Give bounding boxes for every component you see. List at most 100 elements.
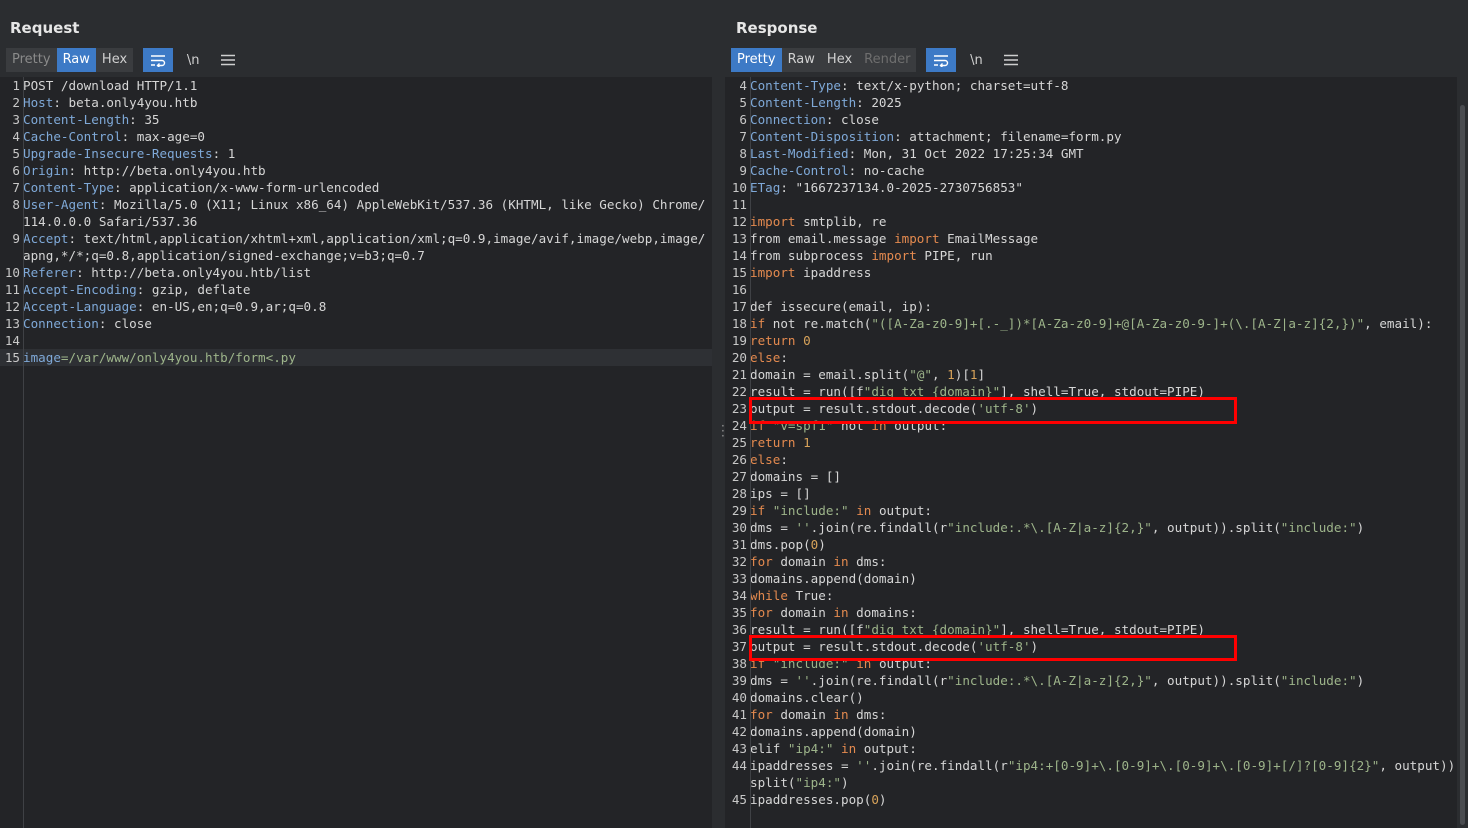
code-line[interactable]: 23 output = result.stdout.decode('utf-8'): [725, 400, 1468, 417]
code-line[interactable]: 5 Upgrade-Insecure-Requests: 1: [0, 145, 712, 162]
code-token: import: [750, 265, 796, 280]
code-line[interactable]: 19 return 0: [725, 332, 1468, 349]
code-line[interactable]: 14: [0, 332, 712, 349]
line-content: def issecure(email, ip):: [750, 298, 1468, 315]
code-token: Host: [23, 95, 54, 110]
code-line[interactable]: 8 Last-Modified: Mon, 31 Oct 2022 17:25:3…: [725, 145, 1468, 162]
code-line[interactable]: 20 else:: [725, 349, 1468, 366]
code-line[interactable]: 9 Accept: text/html,application/xhtml+xml…: [0, 230, 712, 264]
code-token: 'utf-8': [977, 401, 1031, 416]
code-line[interactable]: 37 output = result.stdout.decode('utf-8'): [725, 638, 1468, 655]
code-line[interactable]: 32 for domain in dms:: [725, 553, 1468, 570]
line-content: Content-Length: 35: [23, 111, 712, 128]
code-token: : text/x-python; charset=utf-8: [841, 78, 1069, 93]
code-line[interactable]: 5 Content-Length: 2025: [725, 94, 1468, 111]
code-token: ,: [931, 367, 948, 382]
word-wrap-icon[interactable]: [143, 48, 174, 72]
pane-divider[interactable]: [712, 0, 725, 828]
code-line[interactable]: 24 if "v=spf1" not in output:: [725, 417, 1468, 434]
code-line[interactable]: 34 while True:: [725, 587, 1468, 604]
hamburger-menu-icon[interactable]: [996, 48, 1026, 72]
code-line[interactable]: 41 for domain in dms:: [725, 706, 1468, 723]
code-line[interactable]: 11: [725, 196, 1468, 213]
tab-pretty[interactable]: Pretty: [731, 48, 782, 72]
code-line[interactable]: 13 Connection: close: [0, 315, 712, 332]
code-line[interactable]: 3 Content-Length: 35: [0, 111, 712, 128]
code-line[interactable]: 4 Content-Type: text/x-python; charset=ut…: [725, 77, 1468, 94]
code-line[interactable]: 11 Accept-Encoding: gzip, deflate: [0, 281, 712, 298]
code-line[interactable]: 7 Content-Type: application/x-www-form-ur…: [0, 179, 712, 196]
code-line[interactable]: 36 result = run([f"dig txt {domain}"], sh…: [725, 621, 1468, 638]
code-line[interactable]: 18 if not re.match("([A-Za-z0-9]+[.-_])*[…: [725, 315, 1468, 332]
request-editor[interactable]: 1 POST /download HTTP/1.1 2 Host: beta.only…: [0, 77, 712, 828]
code-token: dms:: [848, 707, 887, 722]
code-line[interactable]: 8 User-Agent: Mozilla/5.0 (X11; Linux x86…: [0, 196, 712, 230]
request-pane: Request Pretty Raw Hex \n 1 POST /downloa…: [0, 0, 712, 828]
tab-hex[interactable]: Hex: [95, 48, 134, 72]
code-line[interactable]: 12 Accept-Language: en-US,en;q=0.9,ar;q=0…: [0, 298, 712, 315]
code-line[interactable]: 40 domains.clear(): [725, 689, 1468, 706]
code-line[interactable]: 14 from subprocess import PIPE, run: [725, 247, 1468, 264]
line-content: User-Agent: Mozilla/5.0 (X11; Linux x86_…: [23, 196, 712, 230]
code-line[interactable]: 12 import smtplib, re: [725, 213, 1468, 230]
code-line[interactable]: 10 Referer: http://beta.only4you.htb/list: [0, 264, 712, 281]
response-editor[interactable]: 4 Content-Type: text/x-python; charset=ut…: [725, 77, 1468, 828]
code-line[interactable]: 15 import ipaddress: [725, 264, 1468, 281]
code-line[interactable]: 31 dms.pop(0): [725, 536, 1468, 553]
code-line[interactable]: 1 POST /download HTTP/1.1: [0, 77, 712, 94]
tab-render[interactable]: Render: [858, 48, 917, 72]
code-token: : gzip, deflate: [136, 282, 251, 297]
line-number: 44: [731, 758, 747, 773]
newline-toggle-icon[interactable]: \n: [178, 48, 208, 72]
response-scroll-thumb[interactable]: [1460, 105, 1465, 825]
code-token: True:: [787, 588, 834, 603]
code-line[interactable]: 4 Cache-Control: max-age=0: [0, 128, 712, 145]
code-token: ): [1356, 673, 1365, 688]
response-scrollbar[interactable]: [1457, 77, 1468, 828]
tab-raw[interactable]: Raw: [56, 48, 96, 72]
code-line[interactable]: 39 dms = ''.join(re.findall(r"include:.*\…: [725, 672, 1468, 689]
code-line[interactable]: 43 elif "ip4:" in output:: [725, 740, 1468, 757]
code-line[interactable]: 38 if "include:" in output:: [725, 655, 1468, 672]
code-line[interactable]: 21 domain = email.split("@", 1)[1]: [725, 366, 1468, 383]
code-token: : 35: [129, 112, 160, 127]
code-line[interactable]: 7 Content-Disposition: attachment; filena…: [725, 128, 1468, 145]
tab-pretty[interactable]: Pretty: [6, 48, 57, 72]
hamburger-menu-icon[interactable]: [213, 48, 243, 72]
code-line[interactable]: 9 Cache-Control: no-cache: [725, 162, 1468, 179]
line-content: return 1: [750, 434, 1468, 451]
code-token: Origin: [23, 163, 69, 178]
code-line[interactable]: 42 domains.append(domain): [725, 723, 1468, 740]
code-token: ipaddress: [795, 265, 872, 280]
code-line[interactable]: 22 result = run([f"dig txt {domain}"], sh…: [725, 383, 1468, 400]
code-line[interactable]: 44 ipaddresses = ''.join(re.findall(r"ip4…: [725, 757, 1468, 791]
code-line[interactable]: 27 domains = []: [725, 468, 1468, 485]
code-line[interactable]: 33 domains.append(domain): [725, 570, 1468, 587]
code-line[interactable]: 45 ipaddresses.pop(0): [725, 791, 1468, 808]
word-wrap-icon[interactable]: [926, 48, 957, 72]
code-token: "include:": [1280, 520, 1357, 535]
code-line[interactable]: 25 return 1: [725, 434, 1468, 451]
code-token: from subprocess: [750, 248, 872, 263]
code-line[interactable]: 30 dms = ''.join(re.findall(r"include:.*\…: [725, 519, 1468, 536]
newline-toggle-icon[interactable]: \n: [961, 48, 991, 72]
code-token: output = result.stdout.decode(: [750, 639, 978, 654]
tab-raw[interactable]: Raw: [781, 48, 821, 72]
code-line[interactable]: 28 ips = []: [725, 485, 1468, 502]
response-gutter-divider: [750, 77, 751, 828]
code-token: else: [750, 452, 781, 467]
code-line[interactable]: 2 Host: beta.only4you.htb: [0, 94, 712, 111]
code-line[interactable]: 17 def issecure(email, ip):: [725, 298, 1468, 315]
code-token: : text/html,application/xhtml+xml,applic…: [23, 231, 706, 263]
code-line[interactable]: 6 Origin: http://beta.only4you.htb: [0, 162, 712, 179]
code-line[interactable]: 6 Connection: close: [725, 111, 1468, 128]
code-line[interactable]: 10 ETag: "1667237134.0-2025-2730756853": [725, 179, 1468, 196]
code-line[interactable]: 26 else:: [725, 451, 1468, 468]
code-line[interactable]: 15 image=/var/www/only4you.htb/form<.py: [0, 349, 712, 366]
tab-hex[interactable]: Hex: [820, 48, 859, 72]
code-line[interactable]: 29 if "include:" in output:: [725, 502, 1468, 519]
code-line[interactable]: 13 from email.message import EmailMessage: [725, 230, 1468, 247]
code-line[interactable]: 35 for domain in domains:: [725, 604, 1468, 621]
code-line[interactable]: 16: [725, 281, 1468, 298]
line-number: 19: [731, 333, 747, 348]
